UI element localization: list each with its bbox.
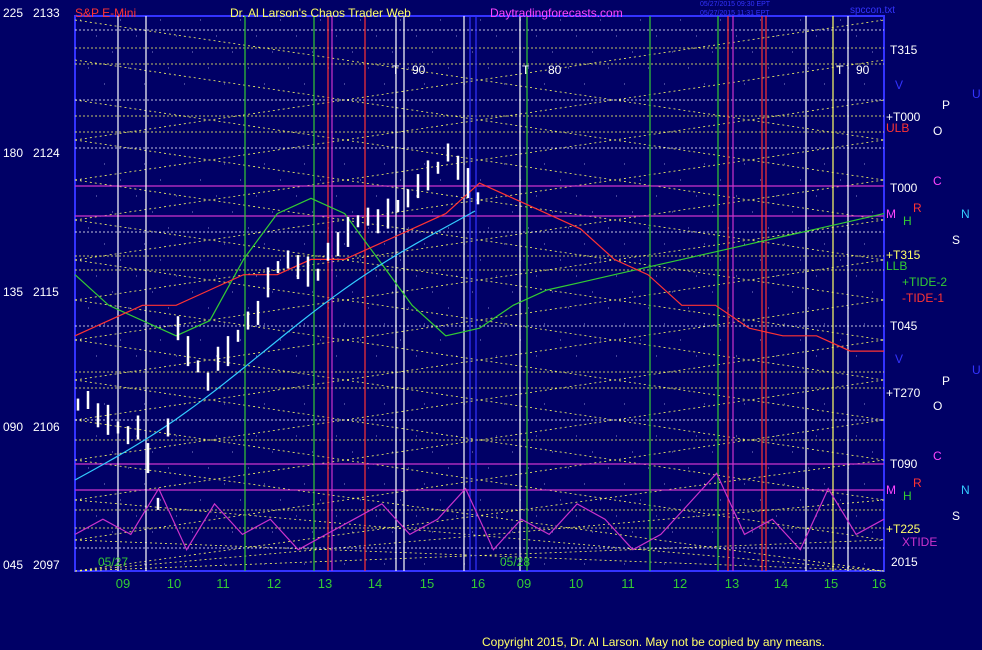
y-axis-price-label: 2133 [33,6,60,20]
cycle-label: T [522,63,530,77]
planet-letter-h: H [903,214,912,228]
planet-letter-o: O [933,124,943,138]
right-label-xtide: XTIDE [902,535,938,549]
x-axis-hour-label: 09 [116,576,130,591]
x-axis-hour-label: 09 [517,576,531,591]
planet-letter-o: O [933,399,943,413]
x-axis-hour-label: 16 [471,576,485,591]
timestamp-line: 05/27/2015 09:30 EPT [700,1,771,8]
x-axis-hour-label: 12 [267,576,281,591]
planet-letter-n: N [961,483,970,497]
right-label-t315: T315 [890,43,918,57]
right-label-ulb: ULB [886,121,910,135]
date-label: 05/28 [500,555,531,569]
timestamp-line: 05/27/2015 11:31 EPT [700,10,770,17]
chaos-chart: 09 10 11 12 13 14 15 16 09 10 11 12 13 14 15 16 [74,15,886,591]
right-label-t045: T045 [890,319,918,333]
cycle-label-value: 90 [412,63,426,77]
chart-title: Dr. Al Larson's Chaos Trader Web [230,6,411,20]
y-axis-deg-label: 225 [3,6,24,20]
background-dot-field [80,19,881,565]
year-label: 2015 [891,555,918,569]
y-axis-price-label: 2097 [33,558,60,572]
planet-letter-m: M [886,483,896,497]
planet-letter-v: V [895,78,904,92]
planet-letter-n: N [961,207,970,221]
x-axis-hour-label: 12 [673,576,687,591]
right-label-llb: LLB [886,259,908,273]
planet-letter-s: S [952,233,961,247]
planet-letter-c: C [933,174,942,188]
cycle-label: T [836,63,844,77]
symbol-label: S&P E-Mini [75,6,137,20]
planet-letter-p: P [942,98,951,112]
x-axis-hour-label: 13 [318,576,332,591]
x-axis-hour-label: 15 [420,576,434,591]
planet-letter-m: M [886,207,896,221]
data-file-label: spccon.txt [850,5,896,16]
y-axis-price-label: 2106 [33,420,60,434]
right-label-t000: T000 [890,181,918,195]
x-axis-hour-label: 10 [569,576,583,591]
y-axis-deg-label: 180 [3,146,24,160]
planet-letter-r: R [913,476,922,490]
x-axis-hour-label: 14 [774,576,788,591]
right-label-plus-t225: +T225 [886,522,921,536]
right-label-plus-t270: +T270 [886,386,921,400]
planet-letter-s: S [952,509,961,523]
cycle-label: T [392,63,400,77]
x-axis-hour-label: 16 [872,576,886,591]
x-axis-hour-label: 14 [368,576,382,591]
website-link[interactable]: Daytradingforecasts.com [490,7,623,19]
date-label: 05/27 [98,555,129,569]
x-axis-hour-label: 11 [216,576,230,591]
planet-letter-p: P [942,374,951,388]
y-axis-deg-label: 090 [3,420,24,434]
y-axis-deg-label: 045 [3,558,24,572]
x-axis-hour-label: 13 [725,576,739,591]
x-axis-hour-label: 11 [621,576,635,591]
x-axis-hour-label: 10 [167,576,181,591]
y-axis-deg-label: 135 [3,285,24,299]
planet-letter-r: R [913,201,922,215]
y-axis-price-label: 2115 [33,285,59,299]
plot-frame [74,15,885,572]
planet-letter-c: C [933,449,942,463]
planet-letter-v: V [895,352,904,366]
planet-letter-h: H [903,489,912,503]
right-label-tide2: +TIDE-2 [902,275,948,289]
cycle-label-value: 90 [856,63,870,77]
right-label-t090: T090 [890,457,918,471]
x-axis-hour-label: 15 [824,576,838,591]
planet-letter-u: U [972,363,981,377]
copyright-text: Copyright 2015, Dr. Al Larson. May not b… [482,635,825,649]
y-axis-price-label: 2124 [33,146,60,160]
cycle-label-value: 80 [548,63,562,77]
xtide-line [74,472,885,551]
right-label-tide1: -TIDE-1 [902,291,944,305]
tide2-line [74,197,885,337]
planet-letter-u: U [972,87,981,101]
